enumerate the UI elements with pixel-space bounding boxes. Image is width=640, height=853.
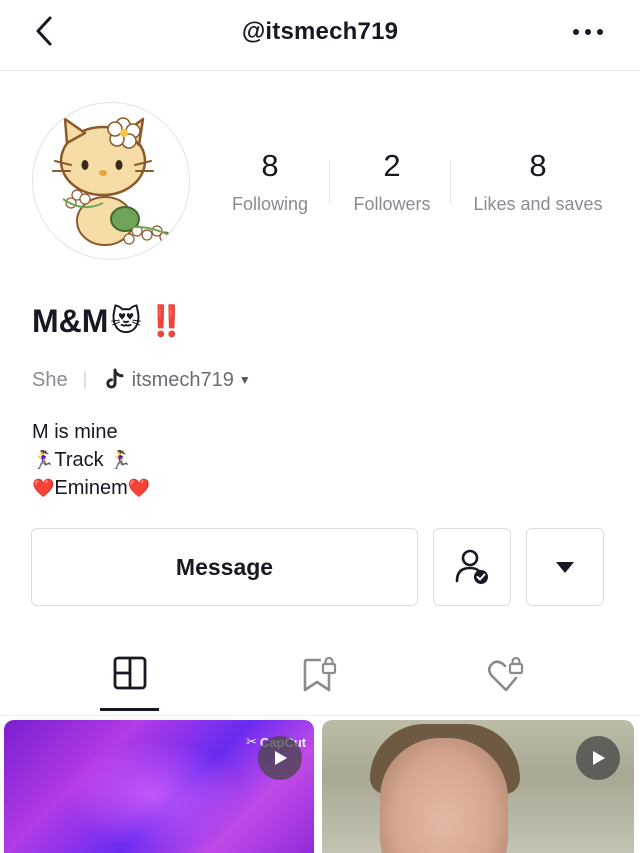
bio-text: Track: [54, 449, 110, 471]
runner-emoji: 🏃‍♀️: [32, 450, 55, 470]
avatar[interactable]: [32, 102, 190, 260]
heart-emoji: ❤️: [32, 478, 55, 498]
tab-videos[interactable]: [80, 640, 180, 714]
bio-text: Eminem: [54, 477, 128, 499]
profile-tabs: [0, 640, 640, 716]
likes-stat[interactable]: 8 Likes and saves: [468, 146, 608, 215]
follow-status-button[interactable]: [433, 528, 511, 606]
likes-label: Likes and saves: [473, 194, 603, 214]
display-name-row: M&M 😻 ‼️: [32, 303, 185, 340]
profile-bio: M is mine 🏃‍♀️ Track 🏃‍♀️ ❤️ Eminem ❤️: [32, 418, 150, 502]
likes-count: 8: [529, 148, 547, 183]
tiktok-handle-link[interactable]: itsmech719: [132, 369, 234, 392]
double-exclamation-emoji: ‼️: [147, 305, 186, 338]
caret-down-icon: [556, 562, 574, 573]
play-button[interactable]: [576, 736, 620, 780]
bio-line: M is mine: [32, 418, 150, 446]
profile-stats: 8 Following 2 Followers 8 Likes and save…: [205, 146, 635, 226]
pronoun-tag: She: [32, 368, 68, 391]
bio-line: 🏃‍♀️ Track 🏃‍♀️: [32, 446, 150, 474]
top-bar: @itsmech719: [0, 0, 640, 71]
stat-divider: [450, 160, 451, 204]
caret-down-icon[interactable]: ▼: [239, 373, 251, 387]
heart-lock-icon: [487, 656, 524, 692]
thumbnail-image: [64, 740, 244, 850]
stat-divider: [329, 160, 330, 204]
video-thumbnail[interactable]: ✂ CapCut: [4, 720, 314, 853]
message-button[interactable]: Message: [31, 528, 418, 606]
display-name: M&M: [32, 303, 109, 339]
runner-emoji: 🏃‍♀️: [109, 450, 132, 470]
bio-text: M is mine: [32, 421, 118, 443]
more-actions-dropdown-button[interactable]: [526, 528, 604, 606]
thumbnail-image: [380, 738, 508, 853]
hello-kitty-avatar: [52, 117, 171, 246]
more-options-button[interactable]: [570, 20, 610, 44]
tab-favorites[interactable]: [270, 640, 370, 714]
profile-subline: She itsmech719 ▼: [32, 367, 251, 393]
bio-line: ❤️ Eminem ❤️: [32, 474, 150, 502]
divider: [83, 371, 86, 389]
followers-count: 2: [383, 148, 401, 183]
tiktok-icon: [105, 368, 124, 389]
following-count: 8: [261, 148, 279, 183]
heart-eyes-cat-emoji: 😻: [110, 305, 142, 338]
following-label: Following: [231, 194, 309, 214]
capcut-icon: ✂: [246, 734, 257, 749]
video-thumbnail[interactable]: [322, 720, 634, 853]
bookmark-lock-icon: [303, 656, 337, 692]
following-stat[interactable]: 8 Following: [220, 146, 320, 215]
heart-emoji: ❤️: [127, 478, 151, 498]
tab-liked[interactable]: [456, 640, 556, 714]
play-button[interactable]: [258, 736, 302, 780]
page-title: @itsmech719: [241, 18, 399, 45]
followers-label: Followers: [353, 194, 431, 214]
more-horizontal-icon: [573, 29, 603, 35]
followers-stat[interactable]: 2 Followers: [342, 146, 442, 215]
active-tab-indicator: [100, 708, 159, 711]
play-icon: [593, 751, 605, 765]
play-icon: [275, 751, 287, 765]
user-check-icon: [455, 549, 488, 584]
grid-icon: [113, 656, 147, 690]
